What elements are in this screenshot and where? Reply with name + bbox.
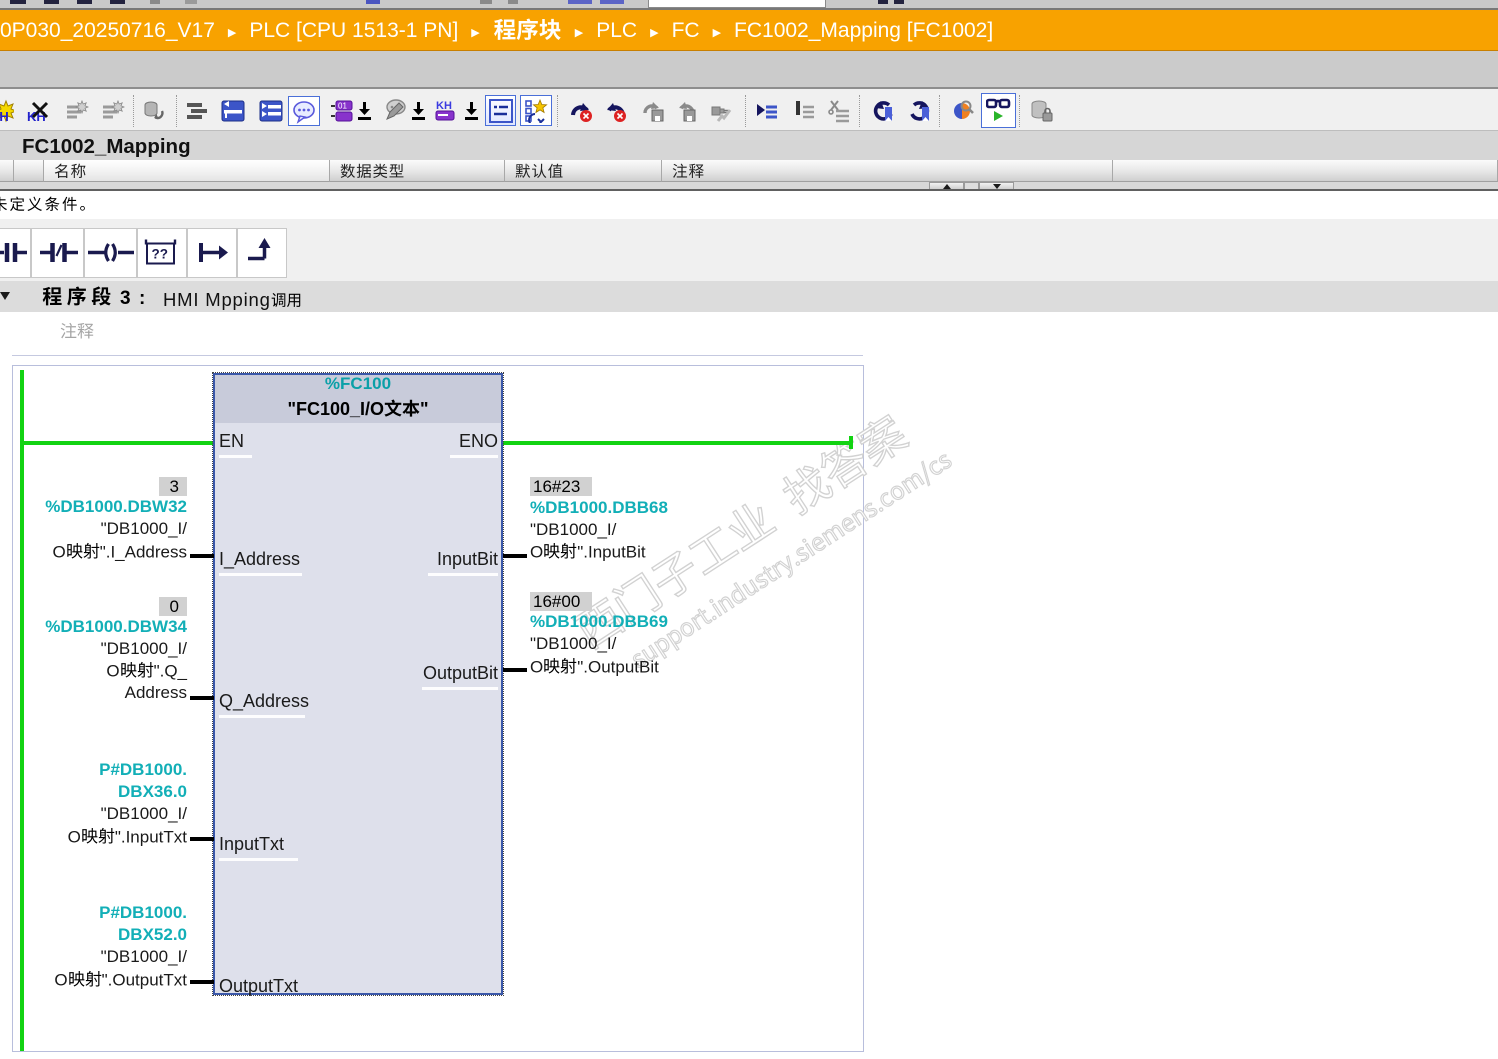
- svg-text:??: ??: [152, 247, 169, 262]
- svg-text:KH: KH: [0, 109, 9, 123]
- svg-text:KH: KH: [436, 100, 452, 112]
- svg-text:01: 01: [338, 102, 347, 111]
